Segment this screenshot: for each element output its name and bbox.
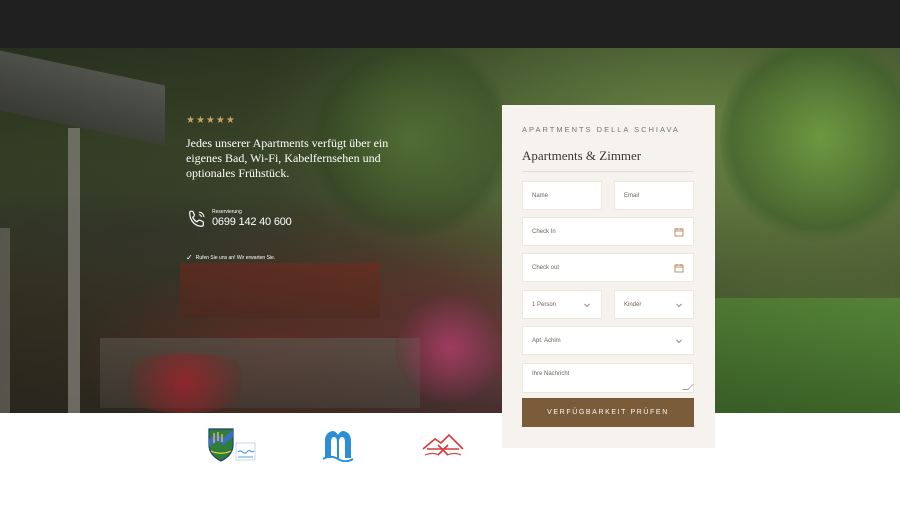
calendar-icon [674, 228, 684, 237]
chevron-down-icon [584, 303, 590, 308]
chevron-down-icon [676, 303, 682, 308]
checkin-date-field[interactable]: Check In [522, 217, 694, 246]
call-note-text: Rufen Sie uns an! Wir erwarten Sie. [195, 254, 276, 261]
check-icon: ✓ [186, 253, 193, 262]
message-textarea[interactable]: Ihre Nachricht [522, 363, 694, 393]
resize-handle-icon[interactable] [682, 384, 694, 390]
kinder-value: Kinder [624, 301, 642, 308]
apartment-select[interactable]: Apt. Achim [522, 326, 694, 355]
phone-label: Reservierung [212, 209, 242, 215]
reservation-phone-link[interactable]: Reservierung 0699 142 40 600 [186, 208, 292, 230]
phone-icon [189, 210, 205, 227]
booking-title: Apartments & Zimmer [522, 148, 642, 163]
top-navigation-bar [0, 0, 900, 48]
checkout-placeholder: Check out [532, 264, 560, 271]
checkin-placeholder: Check In [532, 228, 556, 235]
email-placeholder: Email [624, 192, 640, 199]
name-placeholder: Name [532, 192, 549, 199]
hero-intro: ★★★★★ Jedes unserer Apartments verfügt ü… [186, 115, 401, 181]
booking-form: APARTMENTS DELLA SCHIAVA Apartments & Zi… [502, 105, 715, 448]
municipal-coat-of-arms-logo [208, 428, 256, 462]
email-field[interactable]: Email [614, 181, 694, 210]
phone-number: 0699 142 40 600 [212, 216, 292, 228]
hero-image [0, 48, 900, 413]
fountain-logo [322, 431, 354, 462]
persons-value: 1 Person [532, 301, 557, 308]
divider [522, 171, 694, 172]
kinder-select[interactable]: Kinder [614, 290, 694, 319]
booking-kicker: APARTMENTS DELLA SCHIAVA [522, 125, 680, 134]
persons-select[interactable]: 1 Person [522, 290, 602, 319]
intro-text: Jedes unserer Apartments verfügt über ei… [186, 136, 389, 180]
call-note: ✓ Rufen Sie uns an! Wir erwarten Sie. [186, 253, 275, 262]
chevron-down-icon [676, 339, 682, 344]
calendar-icon [674, 264, 684, 273]
apartment-value: Apt. Achim [532, 337, 561, 344]
message-placeholder: Ihre Nachricht [532, 371, 570, 377]
name-field[interactable]: Name [522, 181, 602, 210]
red-mountain-logo [422, 433, 464, 456]
checkout-date-field[interactable]: Check out [522, 253, 694, 282]
check-availability-button[interactable]: VERFÜGBARKEIT PRÜFEN [522, 398, 694, 427]
rating-stars: ★★★★★ [186, 115, 236, 126]
